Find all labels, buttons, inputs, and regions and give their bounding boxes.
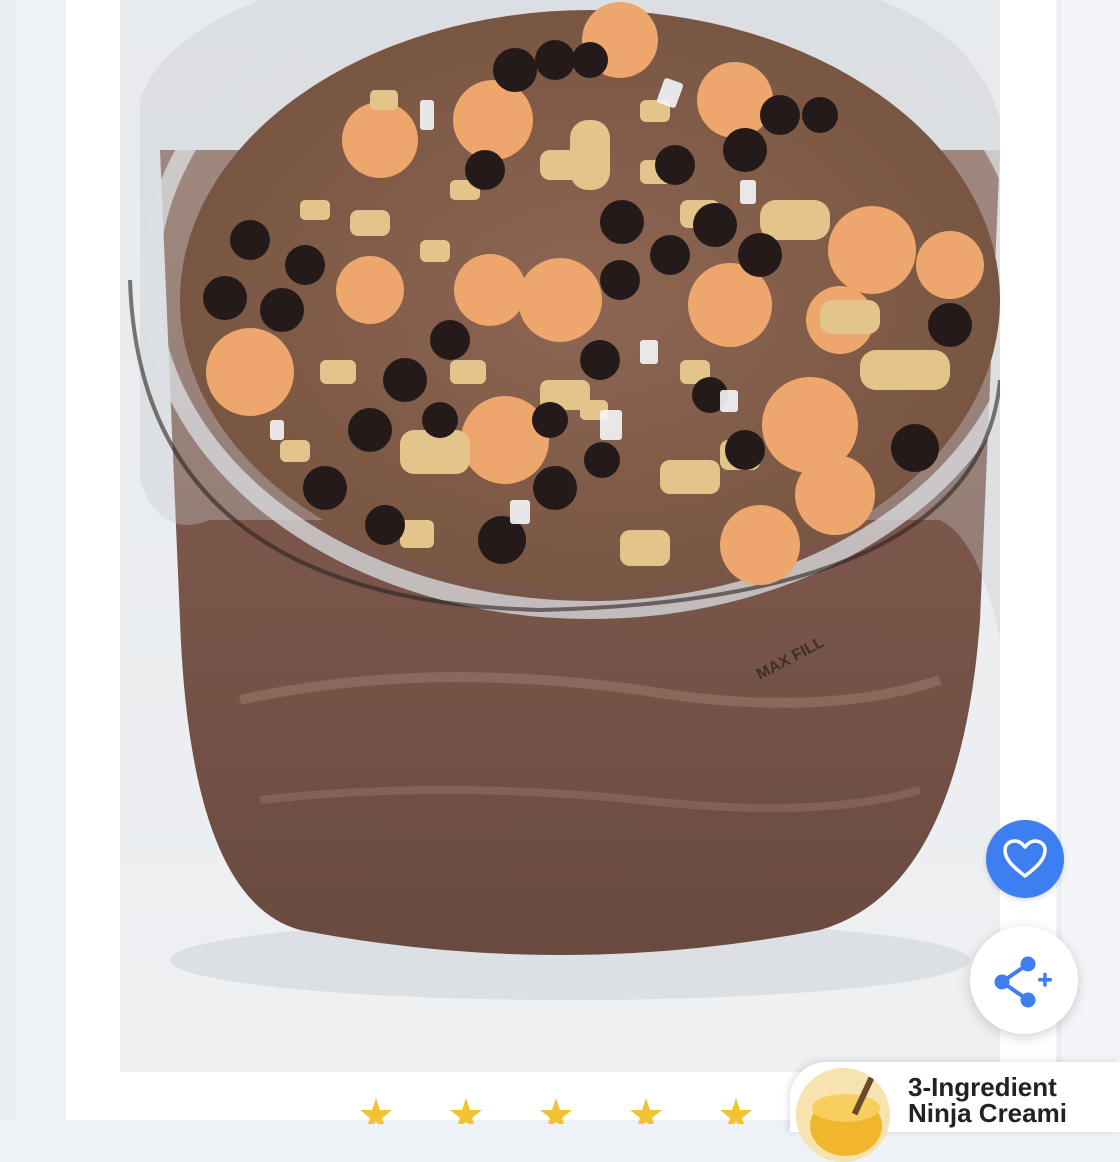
heart-icon bbox=[1003, 839, 1047, 878]
star-icon[interactable] bbox=[720, 1098, 752, 1124]
rating-stars[interactable] bbox=[360, 1098, 752, 1124]
left-gutter bbox=[0, 0, 16, 1120]
share-button[interactable] bbox=[970, 926, 1078, 1034]
related-recipe-title[interactable]: 3-Ingredient Ninja Creami bbox=[908, 1074, 1088, 1126]
star-icon[interactable] bbox=[630, 1098, 662, 1124]
share-plus-icon bbox=[994, 956, 1052, 1008]
star-icon[interactable] bbox=[450, 1098, 482, 1124]
star-icon[interactable] bbox=[540, 1098, 572, 1124]
star-icon[interactable] bbox=[360, 1098, 392, 1124]
favorite-button[interactable] bbox=[986, 820, 1064, 898]
related-recipe-card[interactable]: 3-Ingredient Ninja Creami bbox=[790, 1062, 1120, 1162]
related-recipe-thumbnail bbox=[796, 1068, 890, 1162]
recipe-photo: MAX FILL bbox=[120, 0, 1000, 1072]
